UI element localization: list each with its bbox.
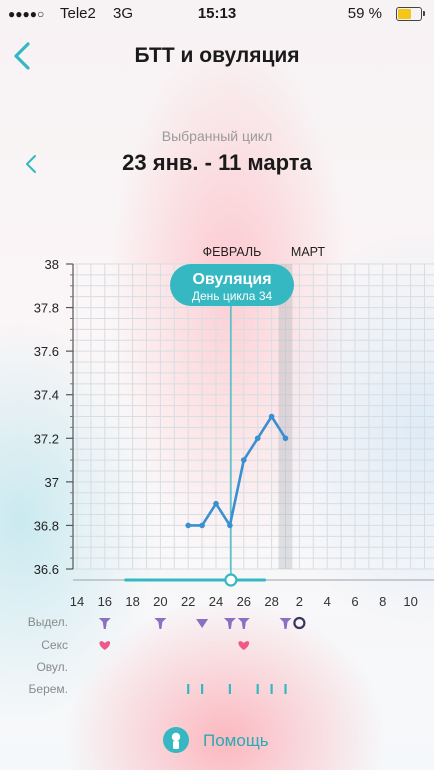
drop-cluster-icon: [223, 618, 236, 629]
diamond-drop-icon: [196, 619, 209, 628]
battery-percent: 59 %: [347, 5, 382, 22]
heart-icon: [238, 641, 250, 650]
x-tick-label: 18: [125, 594, 139, 609]
temperature-point[interactable]: [185, 522, 191, 529]
status-bar: ●●●●○ Tele2 3G 15:13 59 %: [0, 0, 434, 28]
previous-cycle-button[interactable]: [20, 150, 44, 178]
y-tick-label: 37: [45, 475, 59, 490]
temperature-point[interactable]: [254, 435, 261, 442]
battery-icon: [396, 7, 425, 21]
y-tick-label: 37.6: [34, 344, 59, 359]
today-column: [278, 264, 293, 569]
temperature-point[interactable]: [282, 435, 289, 442]
temperature-point[interactable]: [241, 457, 247, 463]
temperature-point[interactable]: [199, 522, 205, 529]
drop-cluster-icon: [237, 618, 250, 629]
y-tick-label: 38: [45, 257, 59, 272]
help-icon: [163, 727, 189, 753]
row-label-ovulation-test: Овул.: [36, 660, 68, 674]
ring-icon: [293, 616, 306, 630]
x-tick-label: 28: [264, 594, 278, 609]
y-tick-label: 37.4: [34, 388, 59, 403]
drop-cluster-icon: [154, 618, 167, 629]
x-tick-label: 2: [296, 594, 303, 609]
cycle-range: 23 янв. - 11 марта: [122, 150, 312, 175]
x-tick-label: 24: [209, 594, 223, 609]
month-label: МАРТ: [291, 245, 326, 259]
cycle-caption: Выбранный цикл: [161, 128, 273, 144]
x-tick-label: 4: [324, 594, 331, 609]
temperature-point[interactable]: [268, 413, 275, 420]
row-label-pregnancy-test: Берем.: [28, 682, 68, 696]
y-tick-label: 37.2: [34, 431, 59, 446]
y-tick-label: 36.6: [34, 562, 59, 577]
heart-icon: [99, 641, 111, 650]
drop-cluster-icon: [98, 618, 111, 629]
help-label: Помощь: [203, 731, 269, 750]
x-tick-label: 20: [153, 594, 167, 609]
y-tick-label: 37.8: [34, 301, 59, 316]
x-tick-label: 22: [181, 594, 195, 609]
scroller-handle[interactable]: [224, 573, 238, 587]
x-tick-label: 16: [98, 594, 112, 609]
chevron-left-icon: [26, 155, 36, 173]
row-label-discharge: Выдел.: [27, 615, 68, 629]
drop-cluster-icon: [279, 618, 292, 629]
month-label: ФЕВРАЛЬ: [203, 245, 262, 259]
temperature-point[interactable]: [227, 522, 233, 529]
x-tick-label: 6: [351, 594, 358, 609]
temperature-point[interactable]: [213, 500, 219, 507]
page-title: БТТ и овуляция: [134, 44, 300, 67]
ovulation-badge-subtitle: День цикла 34: [192, 289, 273, 303]
x-tick-label: 26: [237, 594, 251, 609]
x-tick-label: 14: [70, 594, 84, 609]
x-tick-label: 10: [403, 594, 417, 609]
row-label-sex: Секс: [41, 638, 68, 652]
x-tick-label: 8: [379, 594, 386, 609]
y-tick-label: 36.8: [34, 518, 59, 533]
ovulation-badge-title: Овуляция: [192, 271, 271, 288]
